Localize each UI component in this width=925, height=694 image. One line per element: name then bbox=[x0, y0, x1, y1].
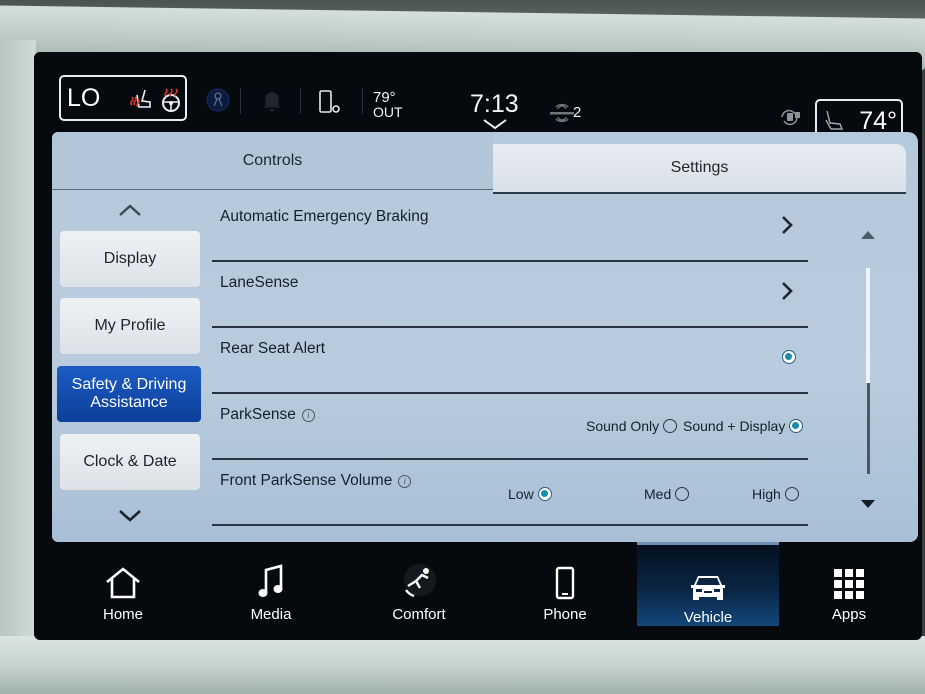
setting-title: ParkSense i bbox=[220, 406, 315, 424]
radio-button[interactable] bbox=[663, 419, 678, 433]
sidebar-item-label: Clock & Date bbox=[83, 453, 177, 470]
sidebar-item-safety-driving-assistance[interactable]: Safety & Driving Assistance bbox=[57, 366, 201, 422]
tab-bar: Controls Settings bbox=[52, 132, 918, 194]
nav-vehicle[interactable]: Vehicle bbox=[637, 542, 779, 626]
outside-temp-value: 79° bbox=[373, 89, 396, 106]
heated-seat-icon[interactable] bbox=[129, 87, 153, 113]
chevron-up-icon[interactable] bbox=[116, 202, 144, 218]
sidebar-item-label: Display bbox=[103, 250, 157, 267]
info-icon[interactable]: i bbox=[301, 409, 315, 422]
driver-climate-button[interactable]: LO bbox=[59, 75, 187, 121]
bottom-navigation: Home Media Comfort Phone Vehicle Apps bbox=[52, 542, 918, 632]
nav-apps[interactable]: Apps bbox=[778, 542, 920, 626]
scrollbar-thumb[interactable] bbox=[866, 268, 870, 383]
notifications-bell-icon[interactable] bbox=[262, 90, 282, 112]
outside-temperature: 79° OUT bbox=[373, 90, 403, 120]
nav-phone[interactable]: Phone bbox=[494, 542, 636, 626]
settings-category-nav: Display My Profile Safety & Driving Assi… bbox=[52, 194, 212, 542]
chevron-right-icon[interactable] bbox=[780, 214, 794, 236]
setting-row-lanesense[interactable]: LaneSense bbox=[212, 262, 808, 328]
volume-option-low[interactable]: Low bbox=[508, 486, 552, 502]
option-label: Med bbox=[644, 486, 672, 502]
setting-title-text: ParkSense bbox=[220, 406, 296, 423]
nav-media[interactable]: Media bbox=[200, 542, 342, 626]
bezel-trim-left bbox=[0, 40, 36, 640]
bezel-trim-bottom bbox=[0, 636, 925, 694]
apps-grid-icon bbox=[834, 569, 864, 599]
phone-settings-icon[interactable] bbox=[318, 90, 342, 116]
scroll-down-icon[interactable] bbox=[860, 499, 876, 509]
sidebar-item-label: Safety & Driving Assistance bbox=[71, 376, 187, 411]
chevron-down-icon[interactable] bbox=[116, 508, 144, 524]
settings-panel: Controls Settings Display My Profile Saf… bbox=[52, 132, 918, 542]
setting-row-automatic-emergency-braking[interactable]: Automatic Emergency Braking bbox=[212, 196, 808, 262]
list-scrollbar[interactable] bbox=[852, 212, 888, 532]
setting-title: LaneSense bbox=[220, 274, 299, 291]
radio-button[interactable] bbox=[789, 419, 804, 433]
setting-title: Front ParkSense Volume i bbox=[220, 472, 412, 490]
car-icon bbox=[691, 576, 725, 600]
sirius-channel-count: 2 bbox=[573, 104, 582, 121]
status-divider bbox=[300, 88, 301, 114]
setting-title: Rear Seat Alert bbox=[220, 340, 326, 357]
comfort-seat-icon bbox=[404, 564, 436, 598]
driver-assist-icon[interactable] bbox=[206, 88, 230, 112]
home-icon bbox=[106, 567, 140, 599]
sidebar-item-clock-date[interactable]: Clock & Date bbox=[60, 434, 200, 490]
heated-steering-wheel-icon[interactable] bbox=[159, 87, 183, 113]
info-icon[interactable]: i bbox=[398, 475, 412, 488]
sidebar-item-label: My Profile bbox=[94, 317, 166, 334]
radio-button[interactable] bbox=[784, 487, 799, 501]
rear-seat-alert-checkbox[interactable] bbox=[782, 350, 796, 364]
tab-controls[interactable]: Controls bbox=[52, 132, 493, 190]
volume-option-med[interactable]: Med bbox=[644, 486, 690, 502]
nav-home[interactable]: Home bbox=[52, 542, 194, 626]
radio-button[interactable] bbox=[537, 487, 552, 501]
infotainment-screen: LO 79° OUT 7:13 2 74° Controls Settings … bbox=[34, 52, 922, 640]
parksense-option-sound-display[interactable]: Sound + Display bbox=[683, 418, 804, 434]
volume-option-high[interactable]: High bbox=[752, 486, 799, 502]
setting-title-text: Front ParkSense Volume bbox=[220, 472, 393, 489]
setting-row-front-parksense-volume: Front ParkSense Volume i Low Med High bbox=[212, 460, 808, 526]
nav-label: Vehicle bbox=[683, 609, 733, 626]
nav-label: Apps bbox=[831, 606, 867, 623]
status-divider bbox=[362, 88, 363, 114]
nav-label: Phone bbox=[543, 606, 587, 623]
option-label: Sound + Display bbox=[683, 418, 786, 434]
sidebar-item-display[interactable]: Display bbox=[60, 231, 200, 287]
setting-row-parksense: ParkSense i Sound Only Sound + Display bbox=[212, 394, 808, 460]
option-label: Sound Only bbox=[586, 418, 660, 434]
nav-label: Comfort bbox=[392, 606, 446, 623]
tab-settings[interactable]: Settings bbox=[493, 144, 906, 194]
scroll-up-icon[interactable] bbox=[860, 230, 876, 240]
nav-comfort[interactable]: Comfort bbox=[348, 542, 490, 626]
setting-row-rear-seat-alert: Rear Seat Alert bbox=[212, 328, 808, 394]
option-label: High bbox=[752, 486, 781, 502]
sidebar-item-my-profile[interactable]: My Profile bbox=[60, 298, 200, 354]
parksense-option-sound-only[interactable]: Sound Only bbox=[586, 418, 678, 434]
option-label: Low bbox=[508, 486, 534, 502]
chevron-right-icon[interactable] bbox=[780, 280, 794, 302]
row-divider bbox=[212, 524, 808, 526]
settings-list: Automatic Emergency Braking LaneSense Re… bbox=[212, 196, 812, 542]
rear-climate-icon[interactable] bbox=[778, 107, 802, 127]
outside-temp-label: OUT bbox=[373, 104, 403, 120]
nav-label: Media bbox=[250, 606, 292, 623]
clock-display[interactable]: 7:13 bbox=[470, 90, 519, 119]
nav-label: Home bbox=[102, 606, 143, 623]
music-note-icon bbox=[258, 564, 283, 597]
phone-icon bbox=[555, 566, 575, 600]
radio-button[interactable] bbox=[675, 487, 690, 501]
chevron-down-icon[interactable] bbox=[482, 118, 508, 130]
driver-temp: LO bbox=[67, 84, 101, 112]
passenger-seat-icon[interactable] bbox=[822, 108, 846, 134]
status-bar: LO 79° OUT 7:13 2 74° bbox=[34, 52, 922, 141]
setting-title: Automatic Emergency Braking bbox=[220, 208, 429, 225]
status-divider bbox=[240, 88, 241, 114]
